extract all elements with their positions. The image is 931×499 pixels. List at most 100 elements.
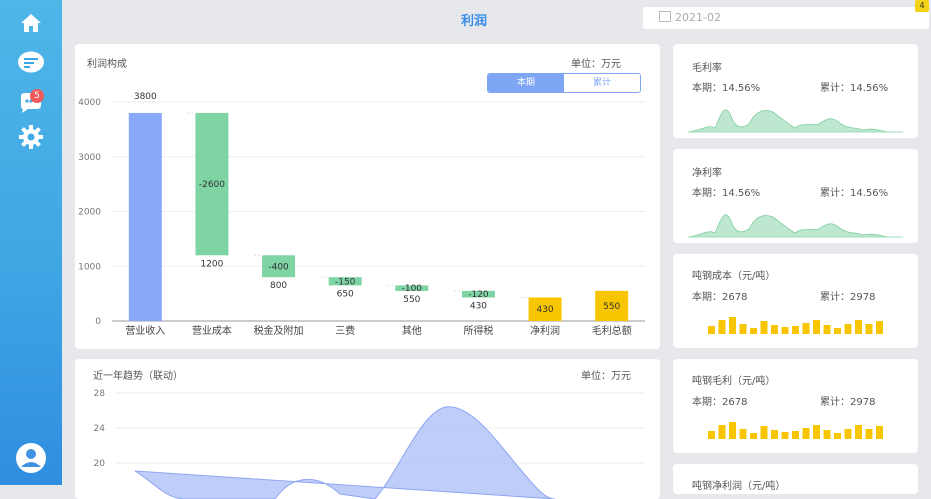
trend-area-chart: 20 24 28: [94, 389, 645, 499]
date-value: 2021-02: [675, 11, 721, 24]
mini-bar: [708, 431, 715, 439]
kpi-card-cost-per-ton: 吨钢成本（元/吨） 本期：2678 累计：2978: [673, 254, 918, 348]
remaining-value-label: 1200: [200, 259, 223, 269]
kpi-title: 吨钢成本（元/吨）: [692, 271, 776, 282]
kpi-title: 净利率: [692, 168, 722, 179]
kpi-current: 本期：2678: [692, 292, 748, 303]
mini-bar: [739, 324, 747, 334]
kpi-sparkline: [687, 109, 903, 133]
mini-bar: [813, 320, 820, 334]
profit-waterfall-chart: 0 1000 2000 3000 4000 3800 营业收入 -2600 1200 营业成本 -4…: [78, 92, 645, 337]
mini-bar: [876, 321, 883, 334]
mini-bar: [729, 317, 736, 334]
chat-list-icon[interactable]: [16, 47, 46, 77]
kpi-current: 本期：2678: [692, 397, 748, 408]
remaining-value-label: 800: [270, 281, 287, 291]
mini-bar: [855, 425, 862, 439]
bar-value-label: -100: [402, 284, 423, 294]
sparkline-area: [687, 214, 903, 238]
bar-value-label: -400: [268, 262, 289, 272]
user-icon[interactable]: [9, 442, 53, 474]
trend-area: [134, 406, 556, 499]
mini-bar: [781, 432, 789, 439]
kpi-current: 本期：14.56%: [692, 188, 761, 199]
kpi-total: 累计：2978: [820, 397, 876, 408]
mini-bar: [802, 428, 810, 439]
mini-bar: [834, 433, 841, 439]
x-tick-label: 其他: [402, 324, 422, 337]
mini-bar: [823, 325, 831, 334]
y-tick-label: 28: [94, 389, 106, 399]
bar-value-label: 430: [536, 305, 553, 315]
kpi-card-net-profit-per-ton: 吨钢净利润（元/吨）: [673, 464, 918, 494]
mini-bar: [865, 324, 873, 334]
mini-bar: [865, 429, 873, 439]
gear-icon[interactable]: [16, 122, 46, 152]
mini-bar: [876, 426, 883, 439]
kpi-title: 毛利率: [692, 63, 722, 74]
y-tick-label: 3000: [78, 153, 101, 163]
mini-bar: [718, 425, 726, 439]
y-tick-label: 2000: [78, 208, 101, 218]
mini-bar: [708, 326, 715, 334]
kpi-total: 累计：14.56%: [820, 83, 889, 94]
y-tick-label: 1000: [78, 262, 101, 272]
x-tick-label: 营业成本: [192, 324, 232, 337]
y-tick-label: 4000: [78, 98, 101, 108]
x-tick-label: 三费: [335, 324, 355, 337]
calendar-icon: [659, 11, 671, 22]
date-badge: 4: [915, 0, 929, 12]
bar-value-label: 550: [603, 302, 620, 312]
waterfall-bar: [128, 112, 162, 321]
date-picker[interactable]: 2021-02: [643, 7, 929, 29]
x-tick-label: 毛利总额: [592, 324, 632, 337]
y-tick-label: 20: [94, 459, 106, 469]
mini-bar: [718, 320, 726, 334]
mini-bar: [792, 326, 799, 334]
bar-value-label: -150: [335, 277, 356, 287]
bar-value-label: -2600: [199, 180, 225, 190]
mini-bar: [771, 325, 778, 334]
home-icon[interactable]: [16, 8, 46, 38]
kpi-card-gross-margin: 毛利率 本期：14.56% 累计：14.56%: [673, 44, 918, 138]
message-count-badge: 5: [30, 89, 44, 103]
kpi-sparkline: [687, 214, 903, 238]
kpi-card-gross-profit-per-ton: 吨钢毛利（元/吨） 本期：2678 累计：2978: [673, 359, 918, 453]
x-tick-label: 营业收入: [125, 324, 165, 337]
mini-bar: [834, 328, 841, 334]
mini-bar: [823, 430, 831, 439]
mini-bar: [855, 320, 862, 334]
kpi-current: 本期：14.56%: [692, 83, 761, 94]
mini-bar: [760, 426, 768, 439]
bar-value-label: 3800: [134, 92, 157, 102]
x-tick-label: 税金及附加: [254, 324, 304, 337]
mini-bar: [750, 328, 757, 334]
kpi-title: 吨钢毛利（元/吨）: [692, 376, 776, 387]
trend-card: 近一年趋势（联动） 单位：万元 20 24 28: [75, 359, 660, 499]
kpi-minibars: [708, 317, 883, 334]
remaining-value-label: 650: [337, 289, 354, 299]
kpi-card-net-margin: 净利率 本期：14.56% 累计：14.56%: [673, 149, 918, 243]
kpi-total: 累计：2978: [820, 292, 876, 303]
sidebar: 5: [0, 0, 62, 485]
x-tick-label: 净利润: [530, 324, 560, 337]
bar-value-label: -120: [468, 290, 489, 300]
mini-bar: [760, 321, 768, 334]
remaining-value-label: 550: [403, 295, 420, 305]
mini-bar: [750, 433, 757, 439]
sparkline-area: [687, 109, 903, 133]
kpi-total: 累计：14.56%: [820, 188, 889, 199]
mini-bar: [781, 327, 789, 334]
mini-bar: [739, 429, 747, 439]
remaining-value-label: 430: [470, 301, 487, 311]
mini-bar: [792, 431, 799, 439]
x-tick-label: 所得税: [463, 324, 493, 337]
kpi-minibars: [708, 422, 883, 439]
mini-bar: [729, 422, 736, 439]
y-tick-label: 0: [95, 317, 101, 327]
y-tick-label: 24: [94, 424, 106, 434]
mini-bar: [844, 429, 852, 439]
mini-bar: [802, 323, 810, 334]
mini-bar: [771, 430, 778, 439]
mini-bar: [813, 425, 820, 439]
